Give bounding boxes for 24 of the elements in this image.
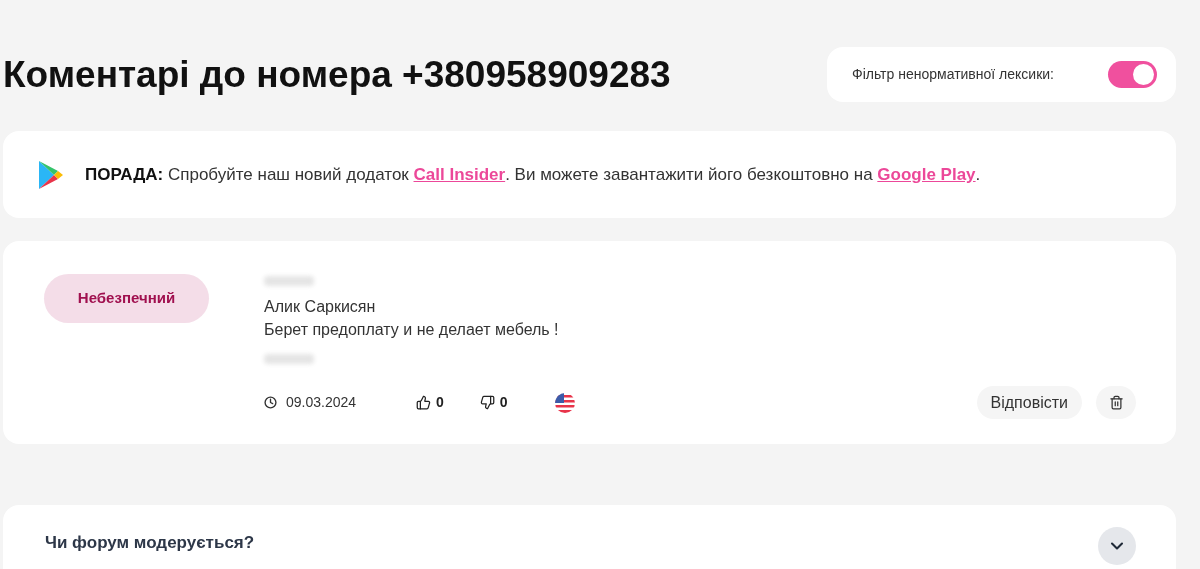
tip-text: ПОРАДА: Спробуйте наш новий додаток Call Insider. Ви можете завантажити його безкоштовно на Google Play. xyxy=(85,163,981,186)
reply-button[interactable]: Відповісти xyxy=(976,386,1082,419)
filter-label: Фільтр ненормативної лексики: xyxy=(852,65,1054,84)
blurred-text xyxy=(264,276,314,286)
comment-author: Алик Саркисян xyxy=(264,297,377,317)
dislike-button[interactable]: 0 xyxy=(479,392,508,413)
link[interactable]: Google Play xyxy=(877,164,976,184)
blurred-text xyxy=(264,354,314,364)
filter-toggle[interactable] xyxy=(1108,61,1157,88)
link[interactable]: Call Insider xyxy=(413,164,506,184)
comment-date: 09.03.2024 xyxy=(286,393,358,412)
thumbs-down-icon xyxy=(479,395,495,410)
faq-item[interactable]: Чи форум модерується? xyxy=(3,505,1176,569)
clock-icon xyxy=(264,396,277,409)
faq-question: Чи форум модерується? xyxy=(45,532,255,554)
trash-icon xyxy=(1108,395,1124,410)
page-title: Коментарі до номера +380958909283 xyxy=(3,53,671,97)
like-button[interactable]: 0 xyxy=(416,392,444,413)
thumbs-up-icon xyxy=(416,395,431,410)
play-store-icon xyxy=(38,159,64,190)
flag-icon xyxy=(554,392,575,413)
comment-text: Берет предоплату и не делает мебель ! xyxy=(264,320,560,340)
rating-badge: Небезпечний xyxy=(44,274,209,323)
delete-button[interactable] xyxy=(1096,386,1136,419)
